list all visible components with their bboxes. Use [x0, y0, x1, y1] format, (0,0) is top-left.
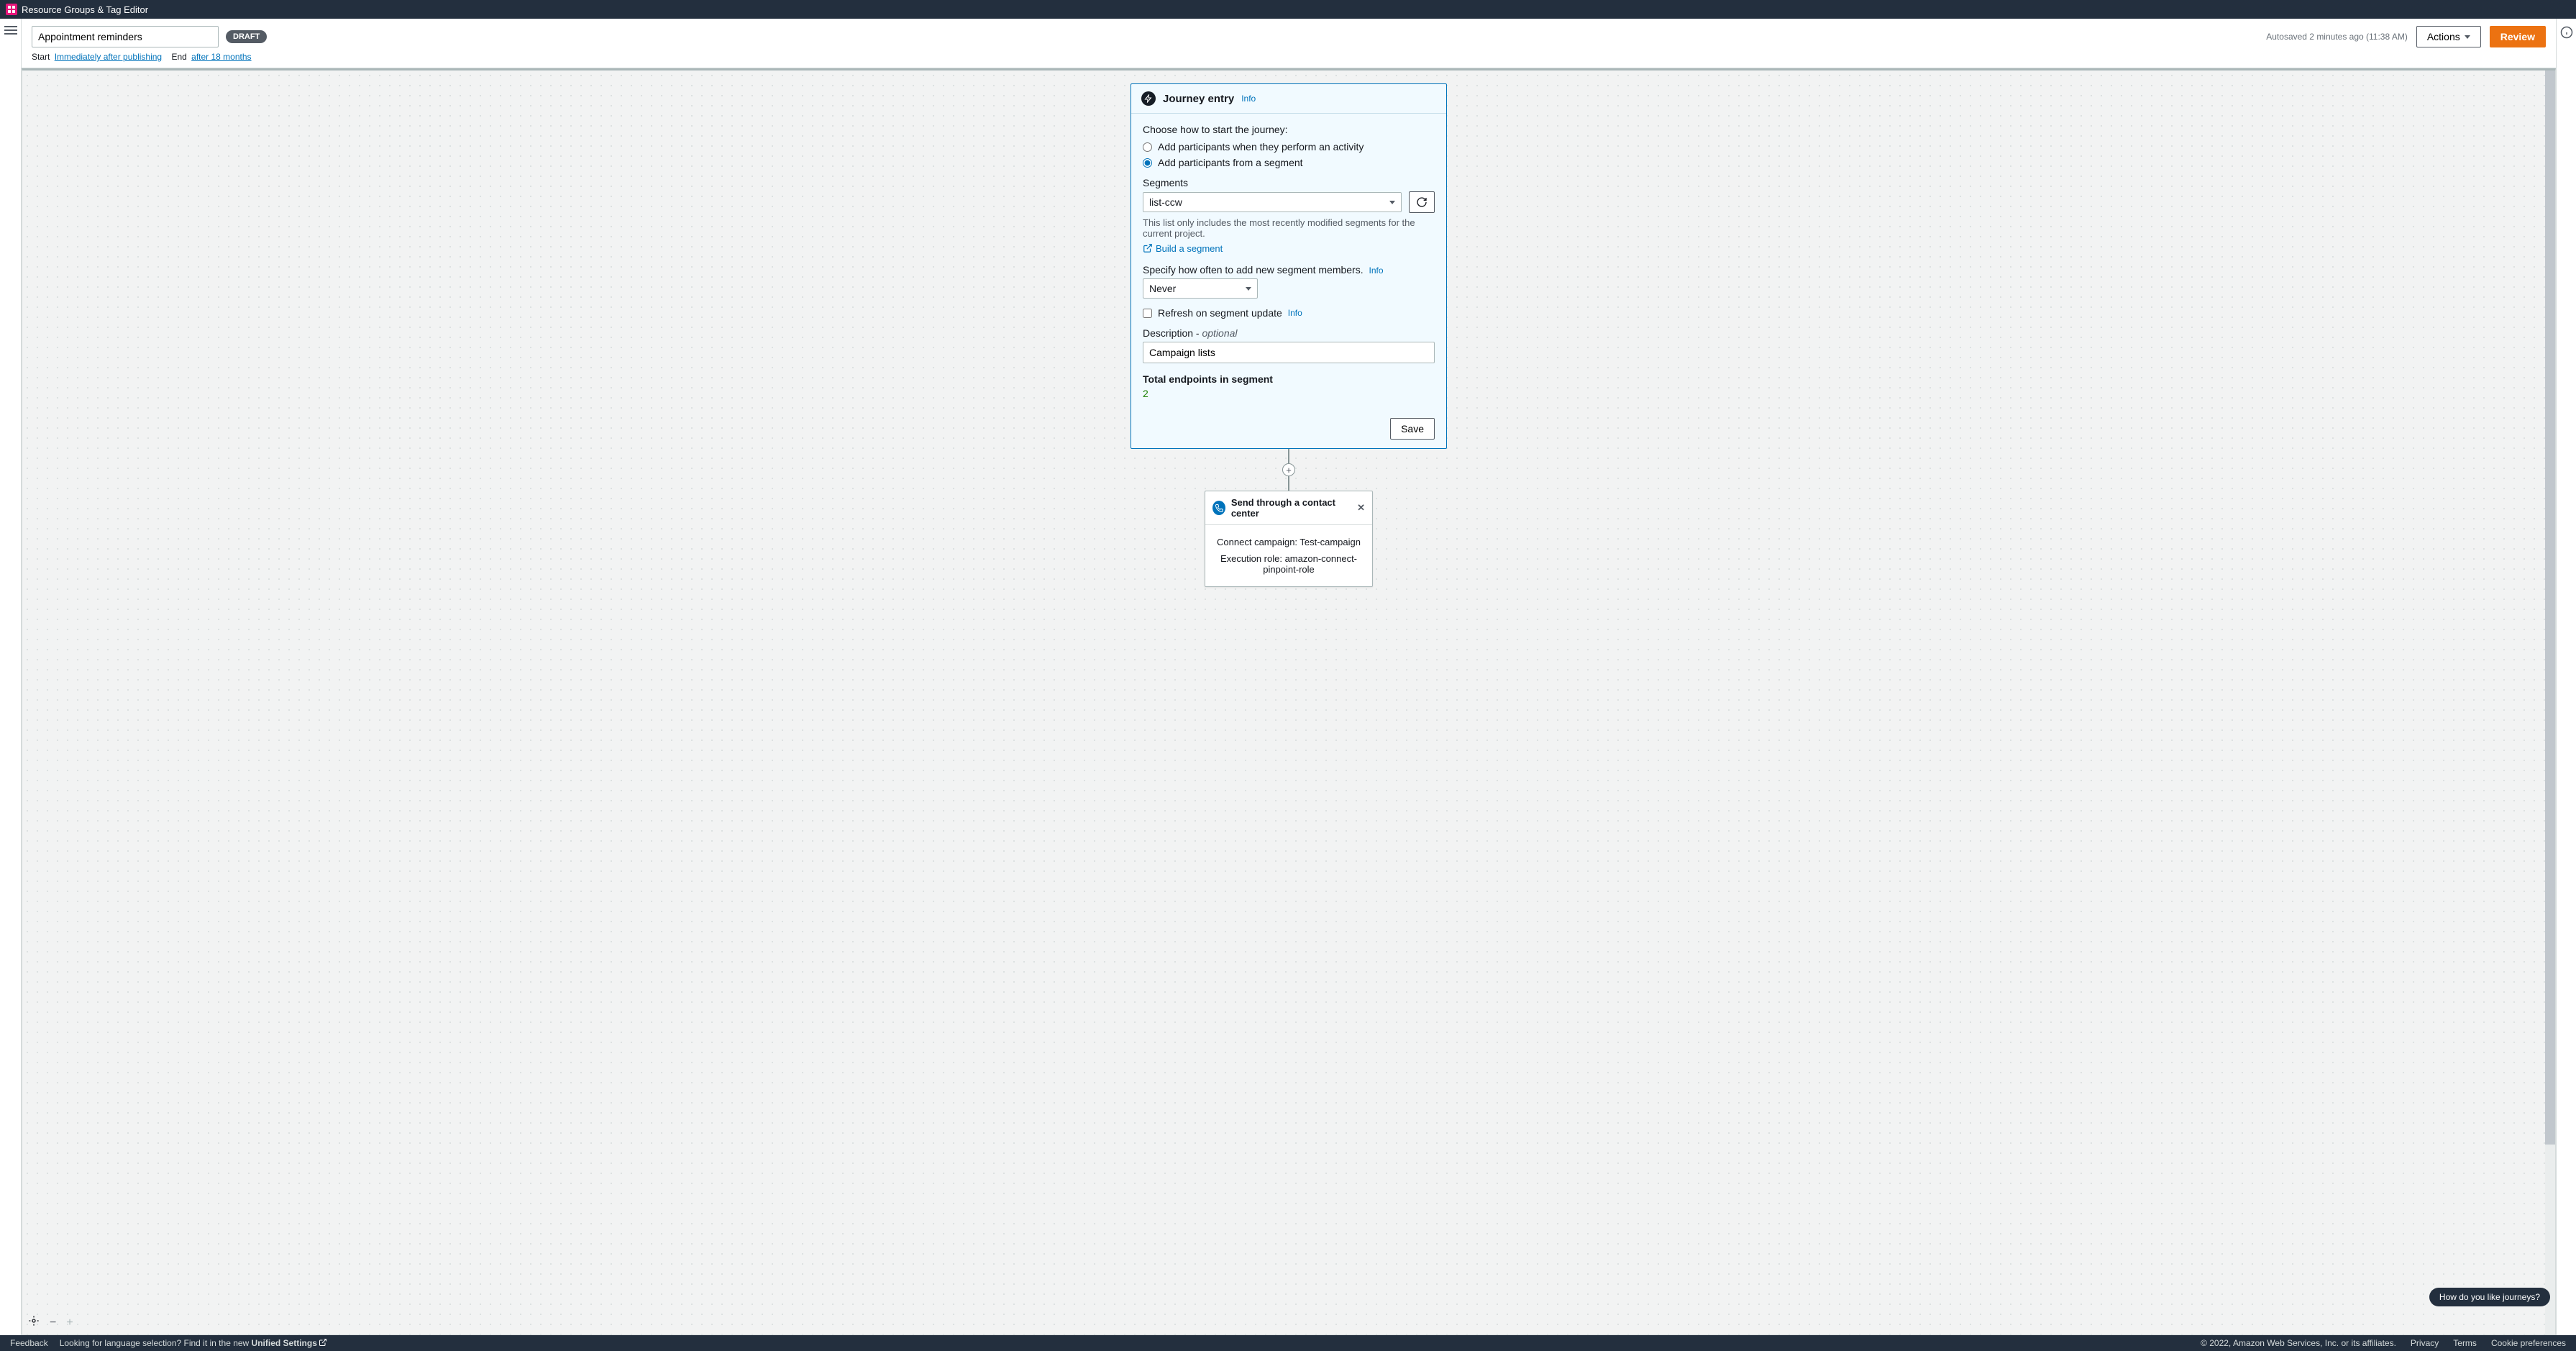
- lang-hint: Looking for language selection? Find it …: [60, 1338, 327, 1348]
- start-label: Start: [32, 52, 50, 62]
- privacy-link[interactable]: Privacy: [2411, 1338, 2439, 1348]
- journey-entry-icon: [1141, 91, 1156, 106]
- service-icon: [6, 4, 17, 15]
- journey-toolbar: DRAFT Autosaved 2 minutes ago (11:38 AM)…: [22, 19, 2556, 68]
- zoom-controls: − +: [28, 1315, 73, 1330]
- add-activity-button[interactable]: +: [1282, 463, 1295, 476]
- segments-help-text: This list only includes the most recentl…: [1143, 217, 1435, 239]
- refresh-on-update-checkbox[interactable]: [1143, 309, 1152, 318]
- refresh-on-update-label: Refresh on segment update: [1158, 307, 1282, 319]
- recenter-icon[interactable]: [28, 1315, 40, 1330]
- description-input[interactable]: [1143, 342, 1435, 363]
- refresh-icon: [1416, 196, 1428, 208]
- feedback-prompt[interactable]: How do you like journeys?: [2429, 1288, 2550, 1306]
- radio-activity-label: Add participants when they perform an ac…: [1158, 141, 1364, 153]
- refresh-on-update-info-link[interactable]: Info: [1288, 308, 1302, 318]
- refresh-segments-button[interactable]: [1409, 191, 1435, 213]
- journey-canvas[interactable]: Journey entry Info Choose how to start t…: [22, 68, 2556, 1335]
- end-label: End: [171, 52, 186, 62]
- description-optional: optional: [1202, 327, 1237, 339]
- chevron-down-icon: [1246, 287, 1251, 291]
- unified-settings-link[interactable]: Unified Settings: [252, 1338, 327, 1348]
- left-nav-rail: [0, 19, 22, 1335]
- end-value[interactable]: after 18 months: [191, 52, 251, 62]
- feedback-link[interactable]: Feedback: [10, 1338, 48, 1348]
- journey-entry-card: Journey entry Info Choose how to start t…: [1131, 83, 1447, 449]
- cookies-link[interactable]: Cookie preferences: [2491, 1338, 2566, 1348]
- contact-center-card[interactable]: Send through a contact center ✕ Connect …: [1205, 491, 1373, 587]
- endpoints-value: 2: [1143, 388, 1435, 399]
- review-button[interactable]: Review: [2490, 26, 2546, 47]
- refresh-on-update-row[interactable]: Refresh on segment update Info: [1143, 307, 1435, 319]
- frequency-info-link[interactable]: Info: [1369, 265, 1384, 276]
- chevron-down-icon: [2465, 35, 2470, 39]
- service-name[interactable]: Resource Groups & Tag Editor: [22, 4, 148, 15]
- segments-select[interactable]: list-ccw: [1143, 192, 1402, 212]
- connector-line: [1288, 476, 1289, 491]
- footer-bar: Feedback Looking for language selection?…: [0, 1335, 2576, 1351]
- cc-campaign-line: Connect campaign: Test-campaign: [1212, 537, 1365, 547]
- service-top-bar: Resource Groups & Tag Editor: [0, 0, 2576, 19]
- unified-text: Unified Settings: [252, 1338, 317, 1348]
- zoom-out-button[interactable]: −: [50, 1316, 56, 1329]
- radio-activity[interactable]: Add participants when they perform an ac…: [1143, 141, 1435, 153]
- frequency-selected: Never: [1149, 283, 1176, 294]
- external-link-icon: [1143, 243, 1153, 253]
- build-segment-text: Build a segment: [1156, 243, 1223, 254]
- status-badge: DRAFT: [226, 30, 267, 43]
- segments-label: Segments: [1143, 177, 1435, 188]
- scrollbar-track[interactable]: [2545, 70, 2555, 1334]
- segments-selected: list-ccw: [1149, 196, 1182, 208]
- frequency-select[interactable]: Never: [1143, 278, 1258, 299]
- phone-icon: [1212, 501, 1225, 515]
- description-label: Description -: [1143, 327, 1202, 339]
- chevron-down-icon: [1389, 201, 1395, 204]
- journey-entry-info-link[interactable]: Info: [1241, 94, 1256, 104]
- endpoints-label: Total endpoints in segment: [1143, 373, 1435, 385]
- radio-segment-label: Add participants from a segment: [1158, 157, 1303, 168]
- start-value[interactable]: Immediately after publishing: [55, 52, 162, 62]
- menu-icon[interactable]: [4, 26, 17, 35]
- copyright: © 2022, Amazon Web Services, Inc. or its…: [2201, 1338, 2396, 1348]
- terms-link[interactable]: Terms: [2453, 1338, 2477, 1348]
- external-link-icon: [319, 1338, 327, 1347]
- cc-title: Send through a contact center: [1231, 497, 1351, 519]
- info-icon[interactable]: [2560, 26, 2573, 1335]
- build-segment-link[interactable]: Build a segment: [1143, 243, 1223, 254]
- journey-entry-title: Journey entry: [1163, 93, 1234, 105]
- connector-line: [1288, 449, 1289, 463]
- schedule-row: Start Immediately after publishing End a…: [32, 52, 2546, 62]
- lang-hint-text: Looking for language selection? Find it …: [60, 1338, 252, 1348]
- save-button[interactable]: Save: [1390, 418, 1435, 440]
- zoom-in-button[interactable]: +: [66, 1316, 73, 1329]
- actions-label: Actions: [2427, 31, 2460, 42]
- radio-activity-input[interactable]: [1143, 142, 1152, 152]
- close-icon[interactable]: ✕: [1357, 502, 1365, 514]
- scrollbar-thumb[interactable]: [2545, 70, 2555, 1145]
- radio-segment[interactable]: Add participants from a segment: [1143, 157, 1435, 168]
- journey-name-input[interactable]: [32, 26, 219, 47]
- autosave-text: Autosaved 2 minutes ago (11:38 AM): [2266, 32, 2408, 42]
- right-info-rail: [2556, 19, 2576, 1335]
- frequency-label: Specify how often to add new segment mem…: [1143, 264, 1364, 276]
- cc-role-line: Execution role: amazon-connect-pinpoint-…: [1212, 553, 1365, 575]
- choose-start-label: Choose how to start the journey:: [1143, 124, 1435, 135]
- actions-button[interactable]: Actions: [2416, 26, 2481, 47]
- radio-segment-input[interactable]: [1143, 158, 1152, 168]
